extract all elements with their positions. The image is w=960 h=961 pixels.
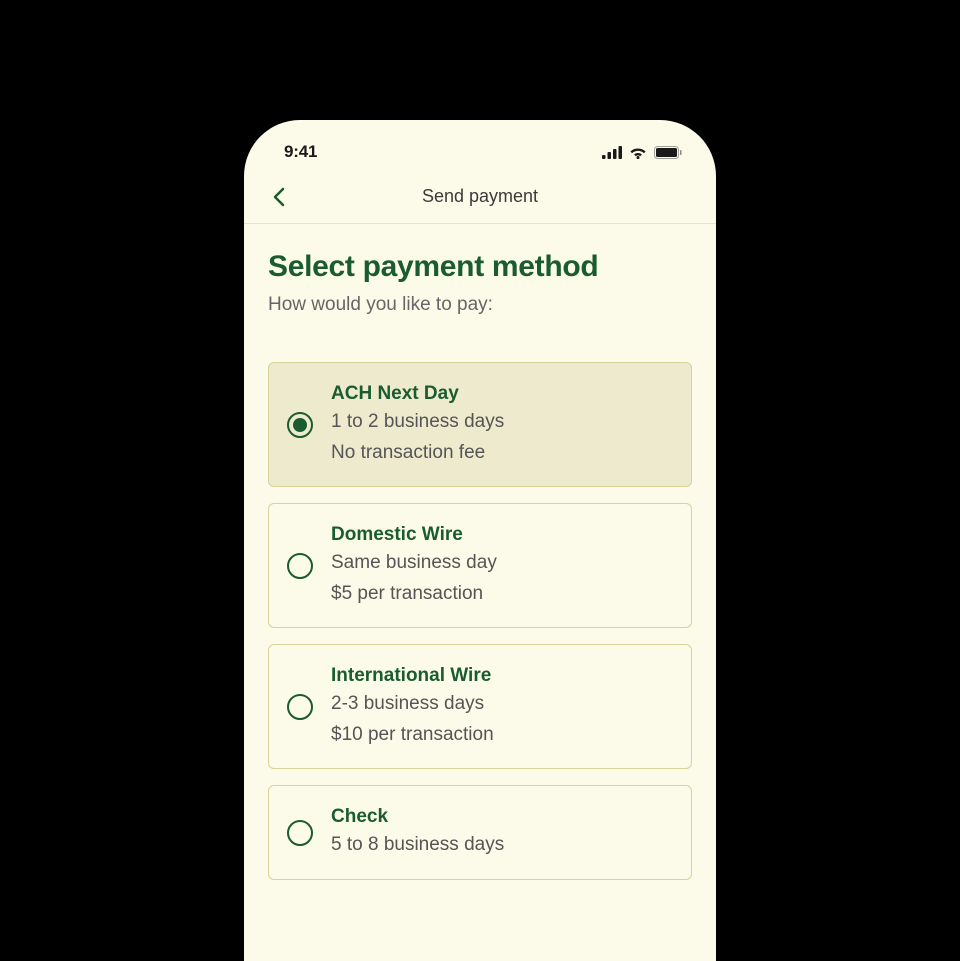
wifi-icon <box>629 146 647 159</box>
option-title: International Wire <box>331 665 494 687</box>
option-title: Domestic Wire <box>331 524 497 546</box>
status-icons <box>602 146 682 159</box>
chevron-left-icon <box>273 187 285 207</box>
page-subtitle: How would you like to pay: <box>268 294 692 316</box>
cellular-icon <box>602 146 622 159</box>
page-title: Select payment method <box>268 250 692 284</box>
nav-title: Send payment <box>422 186 538 207</box>
option-title: Check <box>331 806 504 828</box>
payment-option-check[interactable]: Check 5 to 8 business days <box>268 785 692 880</box>
content: Select payment method How would you like… <box>244 224 716 880</box>
payment-option-ach[interactable]: ACH Next Day 1 to 2 business days No tra… <box>268 362 692 487</box>
payment-option-international-wire[interactable]: International Wire 2-3 business days $10… <box>268 644 692 769</box>
option-detail: $5 per transaction <box>331 580 497 608</box>
status-bar: 9:41 <box>244 120 716 170</box>
option-text: ACH Next Day 1 to 2 business days No tra… <box>331 383 504 466</box>
option-detail: No transaction fee <box>331 439 504 467</box>
option-detail: Same business day <box>331 549 497 577</box>
back-button[interactable] <box>264 182 294 212</box>
status-time: 9:41 <box>284 142 317 162</box>
option-detail: $10 per transaction <box>331 721 494 749</box>
radio-unselected-icon <box>287 820 313 846</box>
nav-bar: Send payment <box>244 170 716 224</box>
option-text: Check 5 to 8 business days <box>331 806 504 859</box>
phone-screen: 9:41 <box>244 120 716 961</box>
radio-selected-icon <box>287 412 313 438</box>
option-detail: 1 to 2 business days <box>331 408 504 436</box>
payment-option-domestic-wire[interactable]: Domestic Wire Same business day $5 per t… <box>268 503 692 628</box>
option-detail: 2-3 business days <box>331 690 494 718</box>
battery-icon <box>654 146 682 159</box>
radio-unselected-icon <box>287 553 313 579</box>
option-title: ACH Next Day <box>331 383 504 405</box>
option-text: International Wire 2-3 business days $10… <box>331 665 494 748</box>
option-text: Domestic Wire Same business day $5 per t… <box>331 524 497 607</box>
radio-unselected-icon <box>287 694 313 720</box>
option-detail: 5 to 8 business days <box>331 831 504 859</box>
